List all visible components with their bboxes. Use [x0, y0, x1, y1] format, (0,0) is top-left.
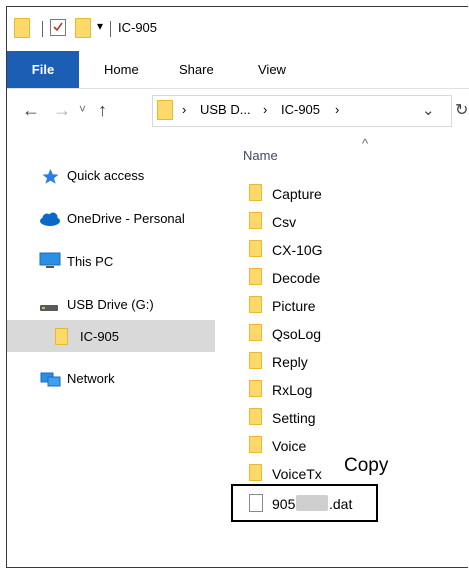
sidebar-item-label: Quick access [67, 168, 145, 183]
breadcrumb-usb-drive[interactable]: USB D... [200, 102, 251, 117]
list-item-label: RxLog [272, 382, 313, 398]
new-folder-icon[interactable] [75, 18, 91, 38]
folder-icon [249, 212, 262, 229]
folder-icon [249, 324, 262, 341]
list-item-label: Csv [272, 214, 297, 230]
column-header-name[interactable]: Name [243, 148, 278, 163]
star-icon [42, 169, 59, 184]
list-item-label: Capture [272, 186, 322, 202]
separator [42, 21, 43, 37]
sort-ascending-icon: ^ [362, 136, 369, 151]
computer-icon [39, 252, 61, 268]
separator [110, 21, 111, 37]
folder-icon [249, 352, 262, 369]
network-icon [40, 372, 61, 387]
breadcrumb-separator: › [335, 102, 340, 117]
list-item-label: Picture [272, 298, 316, 314]
folder-icon [249, 380, 262, 397]
usb-drive-icon [40, 305, 58, 311]
file-name-suffix: .dat [329, 496, 353, 512]
folder-icon [14, 18, 30, 38]
title-bar: ▾ IC-905 [7, 7, 469, 51]
folder-icon [157, 100, 173, 120]
folder-icon [249, 464, 262, 481]
list-item-label: QsoLog [272, 326, 322, 342]
recent-locations-chevron-icon[interactable]: ˅ [79, 102, 86, 116]
up-arrow-icon[interactable]: ↑ [98, 100, 107, 121]
refresh-icon[interactable]: ↻ [455, 100, 468, 120]
list-item-label: CX-10G [272, 242, 323, 258]
tab-home[interactable]: Home [104, 62, 139, 77]
file-name-prefix: 905 [272, 496, 296, 512]
back-arrow-icon[interactable]: ← [22, 100, 40, 121]
folder-icon [249, 296, 262, 313]
folder-icon [249, 408, 262, 425]
list-item-label: Voice [272, 438, 307, 454]
tab-file[interactable]: File [7, 51, 79, 88]
folder-icon [249, 268, 262, 285]
list-item-label: Decode [272, 270, 321, 286]
sidebar-item-label: OneDrive - Personal [67, 211, 185, 226]
list-item-label: Reply [272, 354, 308, 370]
tab-share[interactable]: Share [179, 62, 214, 77]
breadcrumb-separator: › [182, 102, 187, 117]
forward-arrow-icon[interactable]: → [53, 100, 71, 121]
quick-access-toolbar-dropdown[interactable]: ▾ [97, 19, 103, 33]
redacted-block [296, 495, 328, 511]
sidebar-item-label: USB Drive (G:) [67, 297, 154, 312]
folder-icon [249, 240, 262, 257]
breadcrumb-ic-905[interactable]: IC-905 [281, 102, 320, 117]
window-title: IC-905 [118, 20, 158, 35]
sidebar-item-label: IC-905 [80, 329, 120, 344]
folder-icon [249, 184, 262, 201]
copy-annotation: Copy [344, 455, 389, 476]
breadcrumb-separator: › [263, 102, 268, 117]
list-item-label: VoiceTx [272, 466, 322, 482]
list-item-label: Setting [272, 410, 316, 426]
file-icon [249, 494, 263, 512]
folder-icon [55, 328, 68, 345]
cloud-icon [40, 212, 60, 226]
folder-icon [249, 436, 262, 453]
sidebar-item-label: Network [67, 371, 115, 386]
properties-icon[interactable] [50, 19, 66, 36]
address-dropdown-icon[interactable]: ⌄ [422, 101, 435, 119]
tab-view[interactable]: View [258, 62, 286, 77]
sidebar-item-label: This PC [67, 254, 114, 269]
